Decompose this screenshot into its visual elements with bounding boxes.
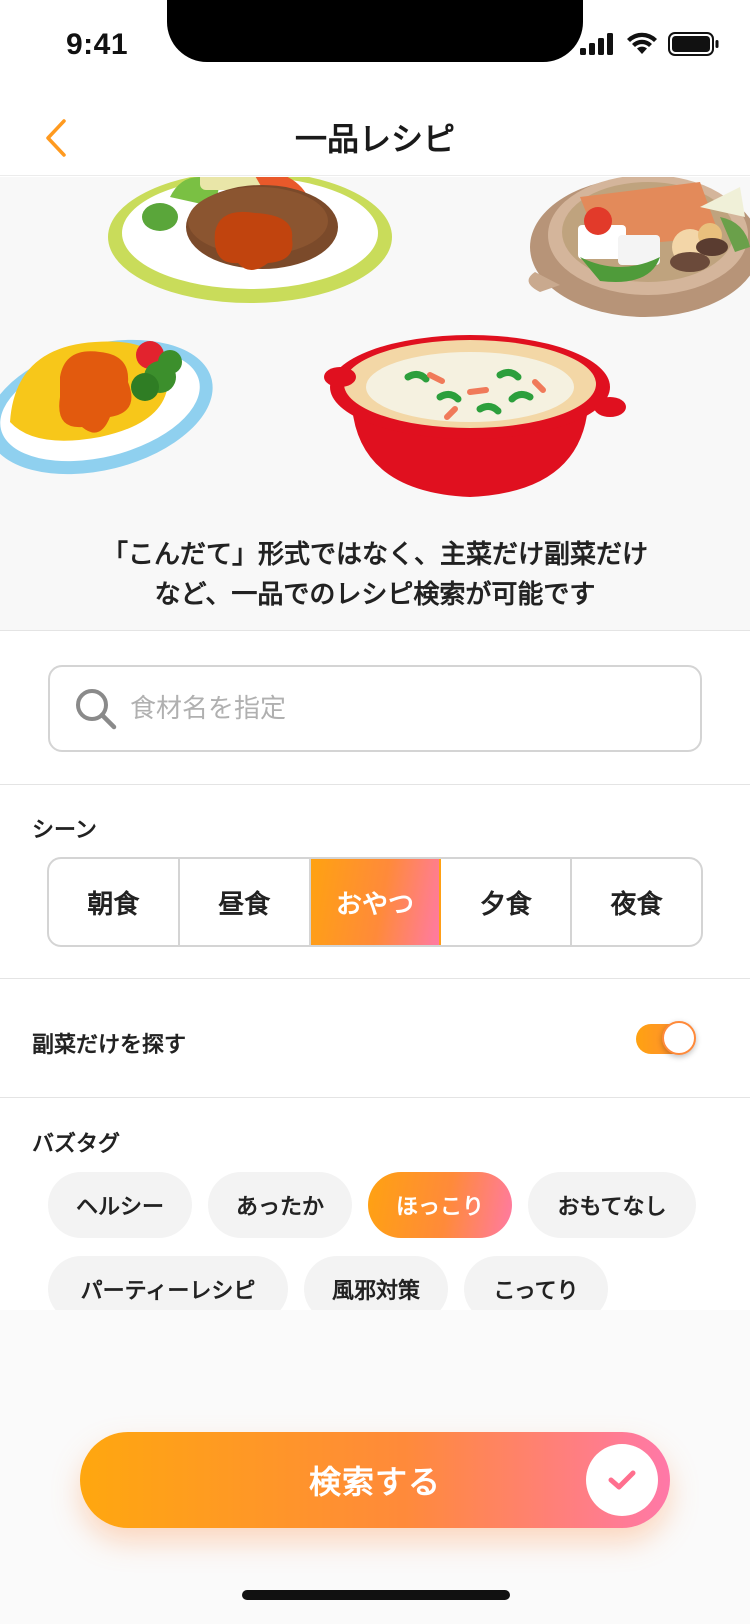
search-icon [76, 689, 117, 730]
hero-banner: 「こんだて」形式ではなく、主菜だけ副菜だけ など、一品でのレシピ検索が可能です [0, 177, 750, 630]
divider [0, 1097, 750, 1098]
scene-segmented-control: 朝食 昼食 おやつ 夕食 夜食 [47, 857, 703, 947]
check-icon [586, 1444, 658, 1516]
buzz-tags-label: バズタグ [32, 1132, 121, 1157]
battery-icon [668, 32, 719, 56]
page-title: 一品レシピ [294, 120, 455, 158]
scene-label: シーン [32, 818, 97, 843]
status-bar: 9:41 [0, 0, 750, 100]
wifi-icon [627, 32, 657, 54]
ingredient-search-input[interactable] [130, 667, 680, 750]
search-submit-label: 検索する [308, 1463, 441, 1501]
side-dish-toggle[interactable] [636, 1021, 696, 1055]
navigation-bar: 一品レシピ [0, 100, 750, 176]
search-submit-button[interactable]: 検索する [80, 1432, 670, 1528]
scene-option-snack[interactable]: おやつ [310, 859, 442, 945]
cellular-signal-icon [580, 33, 613, 55]
omurice-plate-image [0, 339, 213, 475]
scene-option-lunch[interactable]: 昼食 [180, 859, 311, 945]
toggle-knob [662, 1021, 696, 1055]
scene-option-dinner[interactable]: 夕食 [441, 859, 573, 945]
device-notch [167, 0, 583, 62]
status-time: 9:41 [66, 28, 129, 61]
buzz-tag-hokkori[interactable]: ほっこり [368, 1172, 512, 1238]
ingredient-search-box[interactable] [48, 665, 702, 752]
hot-pot-image [528, 177, 750, 317]
gratin-dish-image [324, 335, 626, 497]
hero-description: 「こんだて」形式ではなく、主菜だけ副菜だけ など、一品でのレシピ検索が可能です [0, 535, 750, 615]
buzz-tag-omotenashi[interactable]: おもてなし [528, 1172, 696, 1238]
scene-option-breakfast[interactable]: 朝食 [49, 859, 180, 945]
hero-description-line-1: 「こんだて」形式ではなく、主菜だけ副菜だけ [101, 540, 648, 570]
food-illustration [0, 177, 750, 497]
side-dish-toggle-label: 副菜だけを探す [32, 1033, 187, 1058]
hero-description-line-2: など、一品でのレシピ検索が可能です [154, 580, 596, 610]
divider [0, 630, 750, 631]
buzz-tag-warm[interactable]: あったか [208, 1172, 352, 1238]
home-indicator[interactable] [242, 1590, 510, 1600]
scene-option-late-night[interactable]: 夜食 [572, 859, 701, 945]
status-icons [580, 32, 720, 56]
divider [0, 784, 750, 785]
divider [0, 978, 750, 979]
buzz-tag-healthy[interactable]: ヘルシー [48, 1172, 192, 1238]
hamburg-steak-plate-image [108, 177, 392, 303]
